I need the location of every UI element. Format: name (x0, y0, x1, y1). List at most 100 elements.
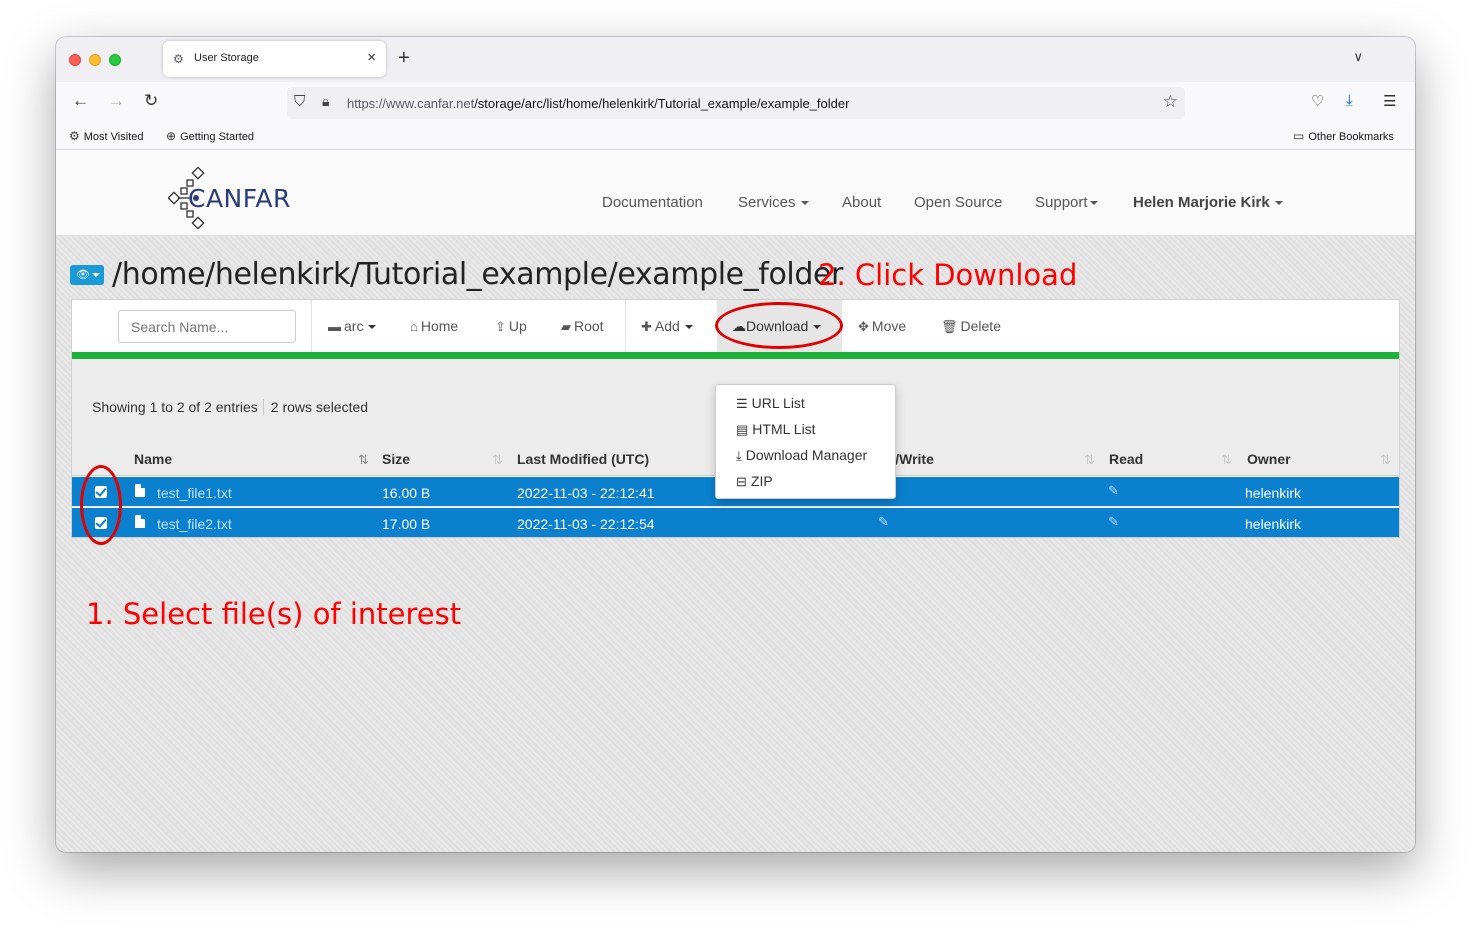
nav-documentation[interactable]: Documentation (602, 194, 703, 211)
reload-icon[interactable]: ↻ (144, 91, 158, 111)
tab-strip: ⚙ User Storage × + ∨ (56, 37, 1415, 82)
column-header-owner[interactable]: Owner (1247, 451, 1291, 467)
file-size: 17.00 B (382, 516, 431, 532)
toolbar-divider (311, 300, 312, 352)
table-row[interactable]: test_file2.txt 17.00 B 2022-11-03 - 22:1… (72, 507, 1399, 537)
home-button[interactable]: ⌂ Home (410, 318, 458, 334)
toolbar-divider (625, 300, 626, 352)
annotation-checkbox-circle (80, 465, 122, 545)
page-title: /home/helenkirk/Tutorial_example/example… (112, 257, 843, 292)
pencil-icon[interactable]: ✎ (1108, 483, 1119, 499)
delete-button[interactable]: 🗑︎ Delete (941, 318, 1001, 335)
back-arrow-icon[interactable]: ← (72, 91, 89, 111)
zoom-window-button[interactable] (109, 54, 121, 66)
list-icon: ☰ (736, 396, 748, 411)
page-content: CANFAR Documentation Services About Open… (56, 151, 1415, 852)
chevron-down-icon[interactable]: ∨ (1353, 49, 1363, 65)
pencil-icon[interactable]: ✎ (878, 514, 889, 530)
sort-icon[interactable]: ⇅ (492, 452, 503, 468)
bookmarks-toolbar: ⚙ Most Visited ⊕ Getting Started ▭ Other Bo… (56, 122, 1415, 150)
file-name-link[interactable]: test_file1.txt (157, 485, 232, 501)
column-header-last-modified[interactable]: Last Modified (UTC) (517, 451, 649, 467)
site-favicon-icon: ⚙ (173, 52, 184, 66)
arc-dropdown-button[interactable]: ▬ arc (328, 318, 377, 334)
pencil-icon[interactable]: ✎ (1108, 514, 1119, 530)
pocket-icon[interactable]: ♡ (1311, 92, 1324, 110)
move-button[interactable]: ✥ Move (858, 318, 906, 335)
shield-icon[interactable]: ⛉ (294, 93, 305, 110)
search-input[interactable] (118, 310, 296, 343)
menu-item-zip[interactable]: ⊟ ZIP (736, 473, 773, 490)
storage-toolbar: ▬arc ⌂Home ⇪Up ▰Root ✚Add ☁Download ✥Mov… (72, 300, 1399, 352)
caret-down-icon (684, 325, 693, 330)
nav-user-menu[interactable]: Helen Marjorie Kirk (1133, 194, 1283, 211)
move-icon: ✥ (858, 319, 869, 334)
list-alt-icon: ▤ (736, 422, 749, 437)
annotation-download-circle (715, 302, 843, 349)
menu-item-download-manager[interactable]: ⤓ Download Manager (736, 447, 867, 464)
sort-icon[interactable]: ⇅ (1221, 452, 1232, 468)
folder-icon: ▭ (1293, 129, 1305, 143)
file-modified: 2022-11-03 - 22:12:41 (517, 485, 655, 501)
nav-about[interactable]: About (842, 194, 881, 211)
file-owner: helenkirk (1245, 485, 1302, 501)
bookmark-other[interactable]: ▭ Other Bookmarks (1293, 129, 1394, 143)
caret-down-icon (368, 325, 377, 330)
sort-icon[interactable]: ⇅ (1380, 452, 1391, 468)
column-header-name[interactable]: Name (134, 451, 172, 467)
progress-bar (72, 352, 1399, 359)
sort-asc-icon[interactable]: ⇅ (358, 452, 369, 468)
globe-icon: ⊕ (166, 129, 177, 143)
caret-down-icon (800, 201, 809, 206)
nav-support[interactable]: Support (1035, 194, 1098, 211)
column-header-read[interactable]: Read (1109, 451, 1143, 467)
root-button[interactable]: ▰ Root (561, 318, 604, 335)
file-icon (135, 515, 145, 528)
up-button[interactable]: ⇪ Up (495, 318, 527, 335)
visibility-toggle-button[interactable]: 👁︎ (70, 265, 104, 285)
menu-item-url-list[interactable]: ☰ URL List (736, 395, 805, 412)
bookmark-star-icon[interactable]: ☆ (1163, 92, 1178, 112)
tab-title: User Storage (194, 52, 259, 64)
menu-item-html-list[interactable]: ▤ HTML List (736, 421, 816, 438)
lock-icon[interactable]: 🔒︎ (322, 93, 329, 110)
nav-open-source[interactable]: Open Source (914, 194, 1002, 211)
navigation-toolbar: ← → ↻ ⛉ 🔒︎ https://www.canfar.net/storag… (56, 82, 1415, 122)
rows-selected: 2 rows selected (262, 399, 369, 415)
url-bar[interactable]: ⛉ 🔒︎ https://www.canfar.net/storage/arc/… (287, 87, 1185, 119)
downloads-icon[interactable]: ⤓ (1346, 92, 1353, 109)
eye-icon: 👁︎ (76, 269, 90, 281)
zip-icon: ⊟ (736, 474, 747, 489)
download-icon: ⤓ (736, 448, 742, 463)
file-modified: 2022-11-03 - 22:12:54 (517, 516, 655, 532)
browser-window: ⚙ User Storage × + ∨ ← → ↻ ⛉ 🔒︎ https://… (56, 37, 1415, 852)
file-size: 16.00 B (382, 485, 431, 501)
annotation-select-files: 1. Select file(s) of interest (86, 597, 462, 631)
column-header-size[interactable]: Size (382, 451, 410, 467)
site-header: CANFAR Documentation Services About Open… (56, 151, 1415, 236)
table-info: Showing 1 to 2 of 2 entries 2 rows select… (92, 399, 369, 415)
trash-icon: 🗑︎ (941, 319, 958, 334)
menu-icon[interactable]: ☰ (1383, 92, 1396, 110)
forward-arrow-icon[interactable]: → (108, 91, 125, 111)
sort-icon[interactable]: ⇅ (1084, 452, 1095, 468)
bookmark-getting-started[interactable]: ⊕ Getting Started (166, 129, 254, 143)
bookmark-most-visited[interactable]: ⚙ Most Visited (69, 129, 143, 143)
file-name-link[interactable]: test_file2.txt (157, 516, 232, 532)
canfar-logo-text[interactable]: CANFAR (188, 184, 291, 213)
annotation-click-download: 2. Click Download (818, 258, 1078, 292)
gear-icon: ⚙ (69, 129, 80, 143)
file-icon (135, 484, 145, 497)
close-window-button[interactable] (69, 54, 81, 66)
tab-user-storage[interactable]: ⚙ User Storage × (163, 41, 386, 77)
drive-icon: ▬ (328, 319, 341, 334)
add-dropdown-button[interactable]: ✚ Add (641, 318, 693, 335)
close-tab-icon[interactable]: × (367, 49, 376, 66)
nav-services[interactable]: Services (738, 194, 809, 211)
url-text[interactable]: https://www.canfar.net/storage/arc/list/… (347, 96, 849, 111)
caret-down-icon (91, 273, 100, 278)
new-tab-icon[interactable]: + (398, 47, 410, 70)
caret-down-icon (1089, 201, 1098, 206)
entries-count: Showing 1 to 2 of 2 entries (92, 399, 258, 415)
minimize-window-button[interactable] (89, 54, 101, 66)
